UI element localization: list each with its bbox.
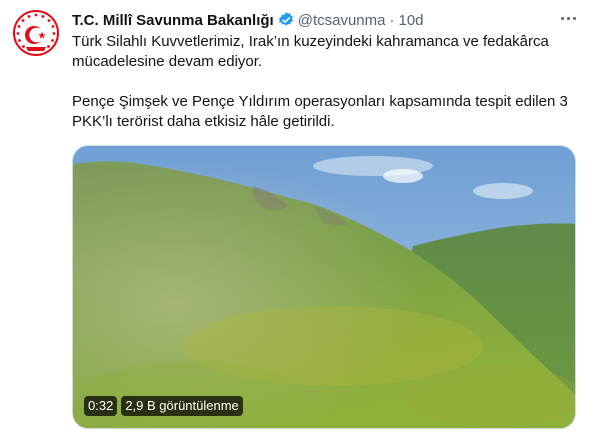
author-name[interactable]: T.C. Millî Savunma Bakanlığı — [72, 12, 274, 29]
ministry-emblem-icon[interactable] — [12, 9, 60, 57]
tweet-timestamp[interactable]: 10d — [398, 12, 423, 29]
verified-badge-icon — [277, 11, 295, 29]
tweet[interactable]: T.C. Millî Savunma Bakanlığı @tcsavunma … — [0, 0, 590, 439]
video-thumbnail — [73, 146, 575, 428]
tweet-text: Türk Silahlı Kuvvetlerimiz, Irak’ın kuze… — [72, 32, 582, 132]
video-view-count: 2,9 B görüntülenme — [121, 396, 243, 416]
video-info: 0:32 2,9 B görüntülenme — [84, 396, 243, 416]
video-player[interactable]: 0:32 2,9 B görüntülenme — [72, 145, 576, 429]
tweet-text-line: mücadelesine devam ediyor. — [72, 53, 263, 70]
tweet-text-line: Türk Silahlı Kuvvetlerimiz, Irak’ın kuze… — [72, 33, 549, 50]
more-options-icon[interactable] — [556, 8, 580, 28]
tweet-text-line: Pençe Şimşek ve Pençe Yıldırım operasyon… — [72, 93, 568, 110]
separator-dot: · — [389, 11, 395, 29]
tweet-header: T.C. Millî Savunma Bakanlığı @tcsavunma … — [72, 10, 554, 30]
video-duration: 0:32 — [84, 396, 118, 416]
author-handle[interactable]: @tcsavunma — [298, 12, 386, 29]
tweet-text-line: PKK’lı terörist daha etkisiz hâle getiri… — [72, 113, 335, 130]
